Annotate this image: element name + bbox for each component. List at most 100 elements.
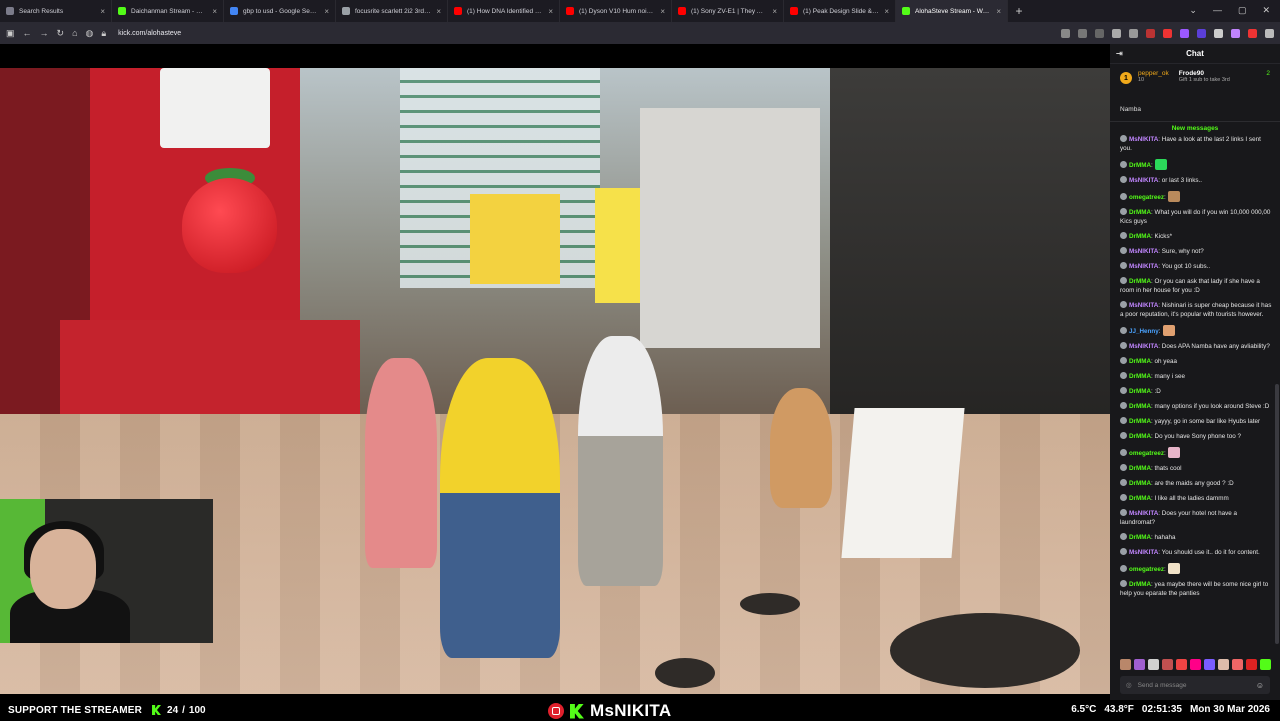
- extension-icon[interactable]: [1078, 28, 1087, 38]
- reload-icon[interactable]: ↻: [57, 28, 65, 39]
- close-tab-icon[interactable]: ×: [884, 7, 889, 16]
- bookmark-star-icon[interactable]: [1095, 28, 1104, 38]
- weather-clock: 6.5°C 43.8°F 02:51:35 Mon 30 Mar 2026: [1071, 704, 1270, 715]
- tab-favicon-icon: [902, 7, 910, 15]
- extension-icon[interactable]: [1231, 28, 1240, 38]
- chat-username[interactable]: MsNIKITA: [1129, 510, 1158, 517]
- emote-icon[interactable]: [1162, 659, 1173, 670]
- close-tab-icon[interactable]: ×: [772, 7, 777, 16]
- chat-username[interactable]: MsNIKITA: [1129, 136, 1158, 143]
- chat-username[interactable]: MsNIKITA: [1129, 177, 1158, 184]
- emote-icon[interactable]: [1246, 659, 1257, 670]
- maximize-icon[interactable]: ▢: [1238, 5, 1247, 16]
- chat-username[interactable]: omegatreez: [1129, 450, 1164, 457]
- browser-tab[interactable]: Search Results ×: [0, 0, 112, 22]
- chat-location: Namba: [1120, 106, 1141, 113]
- emote-icon[interactable]: [1134, 659, 1145, 670]
- emote-icon[interactable]: [1232, 659, 1243, 670]
- user-badge-icon: [1120, 277, 1127, 284]
- leaderboard-count: 10: [1138, 77, 1145, 83]
- extension-icon[interactable]: [1112, 28, 1121, 38]
- chat-username[interactable]: JJ_Henny: [1129, 328, 1159, 335]
- chat-username[interactable]: DrMMA: [1129, 233, 1151, 240]
- chat-username[interactable]: DrMMA: [1129, 534, 1151, 541]
- chat-username[interactable]: DrMMA: [1129, 581, 1151, 588]
- chat-username[interactable]: omegatreez: [1129, 566, 1164, 573]
- collapse-chat-icon[interactable]: ⇥: [1116, 49, 1123, 58]
- emoji-picker-icon[interactable]: ☺: [1256, 681, 1264, 690]
- browser-tab[interactable]: focusrite scarlett 2i2 3rd gen - ... ×: [336, 0, 448, 22]
- chat-username[interactable]: DrMMA: [1129, 433, 1151, 440]
- new-tab-button[interactable]: +: [1008, 0, 1030, 22]
- chat-username[interactable]: DrMMA: [1129, 403, 1151, 410]
- chat-username[interactable]: DrMMA: [1129, 495, 1151, 502]
- close-tab-icon[interactable]: ×: [996, 7, 1001, 16]
- chat-username[interactable]: MsNIKITA: [1129, 343, 1158, 350]
- gift-subtext: Gift 1 sub to take 3rd: [1178, 77, 1230, 83]
- leaderboard-user[interactable]: pepper_ok: [1138, 70, 1169, 77]
- emote-icon[interactable]: [1120, 659, 1131, 670]
- chat-username[interactable]: DrMMA: [1129, 162, 1151, 169]
- chat-scrollbar[interactable]: [1275, 384, 1279, 644]
- browser-tab[interactable]: AlohaSteve Stream - Watch Live ×: [896, 0, 1008, 22]
- shield-icon[interactable]: ◍: [86, 28, 94, 39]
- chat-username[interactable]: DrMMA: [1129, 209, 1151, 216]
- chat-username[interactable]: DrMMA: [1129, 465, 1151, 472]
- close-tab-icon[interactable]: ×: [324, 7, 329, 16]
- browser-tab[interactable]: Daichanman Stream - Watch Live ×: [112, 0, 224, 22]
- close-tab-icon[interactable]: ×: [548, 7, 553, 16]
- back-icon[interactable]: ←: [23, 28, 32, 38]
- emote-icon[interactable]: [1260, 659, 1271, 670]
- chat-username[interactable]: MsNIKITA: [1129, 302, 1158, 309]
- emote-icon[interactable]: [1204, 659, 1215, 670]
- extension-icon[interactable]: [1248, 28, 1257, 38]
- chat-username[interactable]: DrMMA: [1129, 373, 1151, 380]
- chat-username[interactable]: DrMMA: [1129, 278, 1151, 285]
- chat-username[interactable]: DrMMA: [1129, 388, 1151, 395]
- close-tab-icon[interactable]: ×: [436, 7, 441, 16]
- download-icon[interactable]: [1129, 28, 1138, 38]
- chat-user-icon[interactable]: ◎: [1126, 681, 1132, 689]
- browser-tab[interactable]: (1) Peak Design Slide & Slide Li... ×: [784, 0, 896, 22]
- emote-icon: [1162, 325, 1175, 336]
- chat-username[interactable]: omegatreez: [1129, 194, 1164, 201]
- emote-icon[interactable]: [1190, 659, 1201, 670]
- minimize-icon[interactable]: —: [1213, 5, 1222, 16]
- emote-icon[interactable]: [1148, 659, 1159, 670]
- browser-tab[interactable]: gbp to usd - Google Search ×: [224, 0, 336, 22]
- forward-icon[interactable]: →: [40, 28, 49, 38]
- leaderboard-user[interactable]: Frode90: [1179, 70, 1204, 77]
- chat-username[interactable]: DrMMA: [1129, 480, 1151, 487]
- chat-username[interactable]: MsNIKITA: [1129, 248, 1158, 255]
- home-icon[interactable]: ⌂: [72, 28, 77, 38]
- chat-username[interactable]: MsNIKITA: [1129, 549, 1158, 556]
- menu-icon[interactable]: [1265, 28, 1274, 38]
- tab-title: Daichanman Stream - Watch Live: [131, 7, 207, 15]
- chat-username[interactable]: DrMMA: [1129, 418, 1151, 425]
- browser-tab[interactable]: (1) Sony ZV-E1 | They ACCIDENT... ×: [672, 0, 784, 22]
- browser-tab[interactable]: (1) How DNA Identified Walker ... ×: [448, 0, 560, 22]
- extension-icon[interactable]: [1214, 28, 1223, 38]
- close-tab-icon[interactable]: ×: [100, 7, 105, 16]
- close-tab-icon[interactable]: ×: [212, 7, 217, 16]
- chat-message-input[interactable]: ◎ Send a message ☺: [1120, 676, 1270, 694]
- shop-sign: [160, 68, 270, 148]
- extension-icon[interactable]: [1197, 28, 1206, 38]
- emote-icon[interactable]: [1176, 659, 1187, 670]
- extension-icon[interactable]: [1146, 28, 1155, 38]
- extension-icon[interactable]: [1061, 28, 1070, 38]
- extension-icon[interactable]: [1163, 28, 1172, 38]
- chat-username[interactable]: MsNIKITA: [1129, 263, 1158, 270]
- sidebar-toggle-icon[interactable]: ▣: [6, 28, 15, 39]
- tab-title: (1) How DNA Identified Walker ...: [467, 7, 543, 15]
- stream-video[interactable]: [0, 44, 1110, 700]
- browser-tab[interactable]: (1) Dyson V10 Hum noise and ... ×: [560, 0, 672, 22]
- tab-list-icon[interactable]: ⌄: [1189, 5, 1197, 16]
- emote-icon[interactable]: [1218, 659, 1229, 670]
- close-tab-icon[interactable]: ×: [660, 7, 665, 16]
- close-window-icon[interactable]: ✕: [1262, 5, 1270, 16]
- extension-icon[interactable]: [1180, 28, 1189, 38]
- chat-username[interactable]: DrMMA: [1129, 358, 1151, 365]
- address-bar[interactable]: kick.com/alohasteve: [118, 30, 1053, 37]
- kick-logo-icon: [570, 703, 584, 719]
